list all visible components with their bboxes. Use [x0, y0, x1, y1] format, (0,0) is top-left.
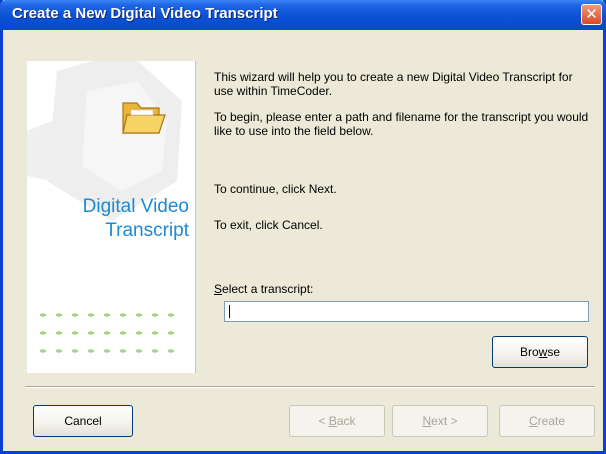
window-title: Create a New Digital Video Transcript: [12, 5, 278, 22]
close-button[interactable]: ✕: [581, 4, 602, 25]
decorative-dot: [71, 349, 79, 353]
close-icon: ✕: [585, 5, 598, 23]
title-bar[interactable]: Create a New Digital Video Transcript ✕: [0, 0, 606, 30]
decorative-dot: [55, 349, 63, 353]
label-rest: elect a transcript:: [222, 282, 314, 296]
side-panel-title: Digital Video Transcript: [83, 195, 189, 243]
side-title-line2: Transcript: [105, 220, 189, 241]
back-button[interactable]: < Back: [289, 405, 385, 437]
decorative-dot: [167, 349, 175, 353]
decorative-dot: [39, 349, 47, 353]
decorative-dot: [39, 313, 47, 317]
decorative-dot: [151, 313, 159, 317]
decorative-dot: [151, 331, 159, 335]
transcript-path-input[interactable]: [224, 301, 589, 322]
decorative-dot: [167, 313, 175, 317]
decorative-dot: [135, 349, 143, 353]
side-title-line1: Digital Video: [82, 196, 189, 217]
instruction-text: To begin, please enter a path and filena…: [214, 110, 589, 138]
continue-text: To continue, click Next.: [214, 182, 337, 196]
create-button[interactable]: Create: [499, 405, 595, 437]
exit-text: To exit, click Cancel.: [214, 218, 323, 232]
decorative-dot: [87, 331, 95, 335]
footer-separator: [25, 386, 595, 388]
decorative-dot: [103, 331, 111, 335]
cancel-button[interactable]: Cancel: [33, 405, 133, 437]
decorative-dot: [151, 349, 159, 353]
browse-button[interactable]: Browse: [492, 336, 588, 368]
decorative-dot: [103, 349, 111, 353]
folder-icon: [122, 102, 166, 134]
decorative-dot: [87, 313, 95, 317]
decorative-dot: [71, 313, 79, 317]
decorative-dot: [103, 313, 111, 317]
decorative-dot: [55, 331, 63, 335]
wizard-window: Create a New Digital Video Transcript ✕ …: [0, 0, 606, 454]
label-mnemonic: S: [214, 282, 223, 296]
decorative-dot: [55, 313, 63, 317]
decorative-dot: [87, 349, 95, 353]
intro-text: This wizard will help you to create a ne…: [214, 70, 573, 98]
wizard-side-panel: Digital Video Transcript: [27, 61, 196, 373]
decorative-dot: [71, 331, 79, 335]
transcript-field-label: Select a transcript:: [214, 282, 313, 296]
decorative-dots: [39, 313, 175, 353]
decorative-dot: [39, 331, 47, 335]
next-button[interactable]: Next >: [392, 405, 488, 437]
decorative-dot: [119, 313, 127, 317]
text-caret: [229, 305, 230, 318]
decorative-dot: [135, 313, 143, 317]
decorative-dot: [167, 331, 175, 335]
decorative-dot: [119, 349, 127, 353]
decorative-dot: [119, 331, 127, 335]
decorative-dot: [135, 331, 143, 335]
